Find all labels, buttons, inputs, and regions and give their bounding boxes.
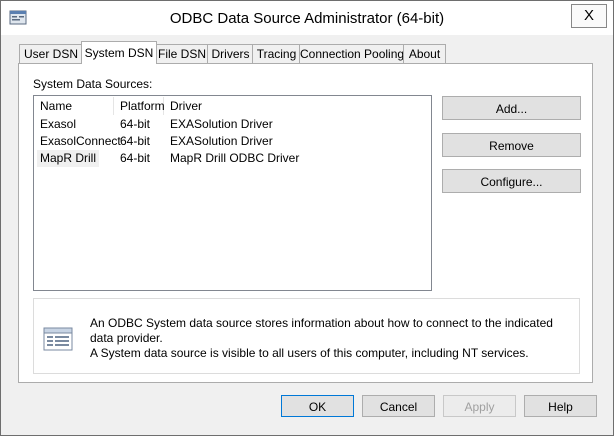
tab-about[interactable]: About — [403, 44, 446, 63]
cancel-button[interactable]: Cancel — [362, 395, 435, 417]
odbc-admin-window: ODBC Data Source Administrator (64-bit) … — [0, 0, 614, 436]
list-item-selected[interactable]: MapR Drill 64-bit MapR Drill ODBC Driver — [34, 150, 429, 167]
remove-button[interactable]: Remove — [442, 133, 581, 157]
tab-connection-pooling[interactable]: Connection Pooling — [299, 44, 405, 63]
window-title: ODBC Data Source Administrator (64-bit) — [169, 10, 445, 27]
tab-system-dsn[interactable]: System DSN — [81, 41, 157, 64]
column-header-platform[interactable]: Platform — [114, 97, 165, 115]
tab-user-dsn[interactable]: User DSN — [19, 44, 83, 63]
info-text: An ODBC System data source stores inform… — [90, 316, 570, 361]
dsn-name: MapR Drill — [37, 150, 100, 167]
dsn-platform: 64-bit — [120, 151, 151, 165]
info-box: An ODBC System data source stores inform… — [33, 298, 580, 374]
dsn-platform: 64-bit — [120, 134, 151, 148]
info-line: An ODBC System data source stores inform… — [90, 316, 553, 345]
close-button[interactable]: X — [571, 4, 607, 28]
dsn-driver: MapR Drill ODBC Driver — [170, 151, 300, 165]
help-button[interactable]: Help — [524, 395, 597, 417]
dsn-name: ExasolConnect — [40, 134, 121, 148]
dsn-driver: EXASolution Driver — [170, 134, 273, 148]
column-header-driver[interactable]: Driver — [164, 97, 429, 115]
data-source-icon — [43, 327, 73, 351]
list-item[interactable]: Exasol 64-bit EXASolution Driver — [34, 116, 429, 133]
dsn-platform: 64-bit — [120, 117, 151, 131]
info-line: A System data source is visible to all u… — [90, 346, 529, 360]
system-dsn-panel: System Data Sources: Name Platform Drive… — [18, 63, 593, 383]
configure-button[interactable]: Configure... — [442, 169, 581, 193]
title-bar: ODBC Data Source Administrator (64-bit) … — [1, 1, 613, 35]
tab-drivers[interactable]: Drivers — [207, 44, 254, 63]
apply-button[interactable]: Apply — [443, 395, 516, 417]
column-header-name[interactable]: Name — [34, 97, 114, 115]
ok-button[interactable]: OK — [281, 395, 354, 417]
dsn-driver: EXASolution Driver — [170, 117, 273, 131]
dsn-name: Exasol — [40, 117, 77, 131]
close-icon: X — [583, 7, 594, 24]
data-sources-list[interactable]: Name Platform Driver Exasol 64-bit EXASo… — [33, 95, 432, 291]
system-data-sources-label: System Data Sources: — [33, 77, 153, 91]
tab-file-dsn[interactable]: File DSN — [155, 44, 209, 63]
tab-tracing[interactable]: Tracing — [252, 44, 301, 63]
list-item[interactable]: ExasolConnect 64-bit EXASolution Driver — [34, 133, 429, 150]
add-button[interactable]: Add... — [442, 96, 581, 120]
